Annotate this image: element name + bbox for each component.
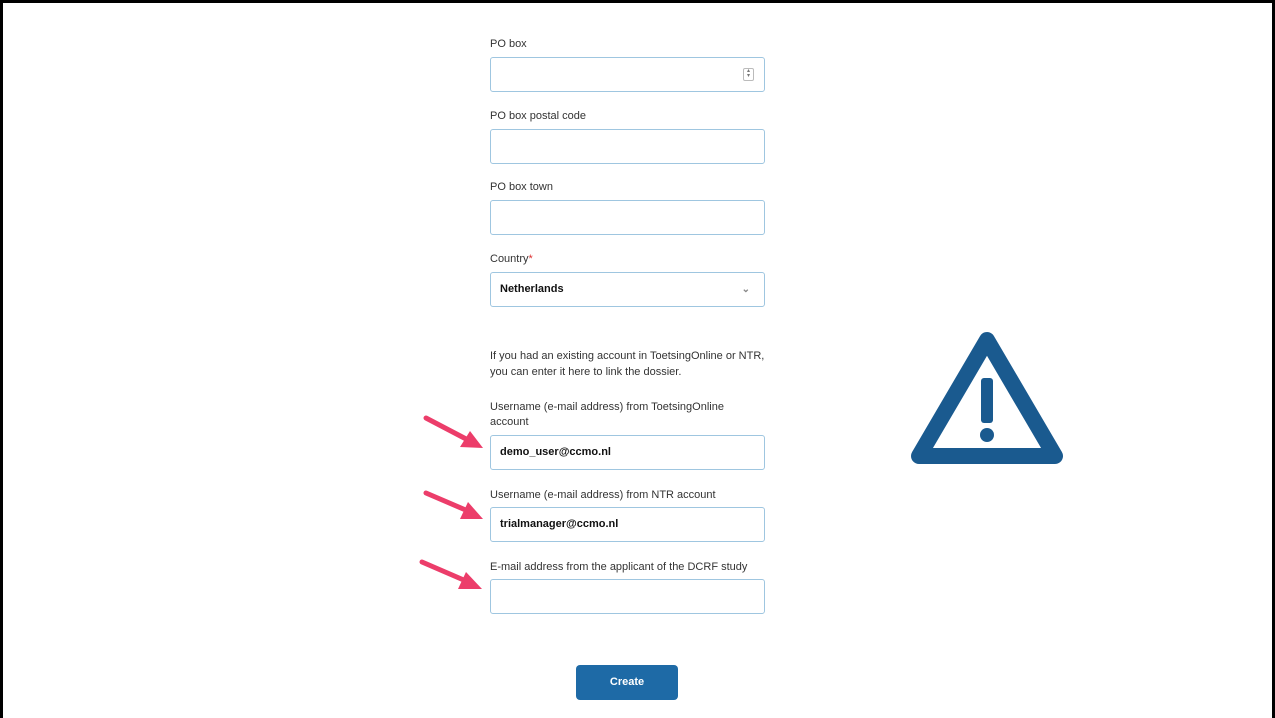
po-box-town-input[interactable] — [490, 200, 765, 235]
link-account-info: If you had an existing account in Toetsi… — [490, 350, 765, 378]
dcrf-email-label: E-mail address from the applicant of the… — [490, 561, 748, 573]
warning-triangle-icon — [911, 332, 1063, 464]
toetsing-username-input[interactable]: demo_user@ccmo.nl — [490, 435, 765, 470]
dcrf-email-input[interactable] — [490, 579, 765, 614]
arrow-pointer-icon — [423, 415, 483, 448]
create-button[interactable]: Create — [576, 665, 678, 700]
number-spinner-icon[interactable]: ▴ ▾ — [743, 68, 754, 81]
arrow-pointer-icon — [419, 559, 482, 589]
ntr-username-label: Username (e-mail address) from NTR accou… — [490, 489, 716, 501]
country-label: Country* — [490, 252, 770, 267]
arrow-pointer-icon — [423, 490, 483, 519]
required-marker: * — [528, 253, 533, 265]
po-box-postal-code-label: PO box postal code — [490, 110, 587, 122]
country-label-text: Country — [490, 253, 529, 265]
chevron-down-icon: ⌄ — [741, 284, 750, 295]
country-select[interactable]: Netherlands ⌄ — [490, 272, 765, 307]
po-box-town-label: PO box town — [490, 181, 553, 193]
country-select-value: Netherlands — [500, 283, 564, 295]
po-box-input[interactable] — [490, 57, 765, 92]
ntr-username-input[interactable]: trialmanager@ccmo.nl — [490, 507, 765, 542]
po-box-postal-code-input[interactable] — [490, 129, 765, 164]
toetsing-username-label: Username (e-mail address) from ToetsingO… — [490, 401, 724, 428]
po-box-label: PO box — [490, 38, 527, 50]
